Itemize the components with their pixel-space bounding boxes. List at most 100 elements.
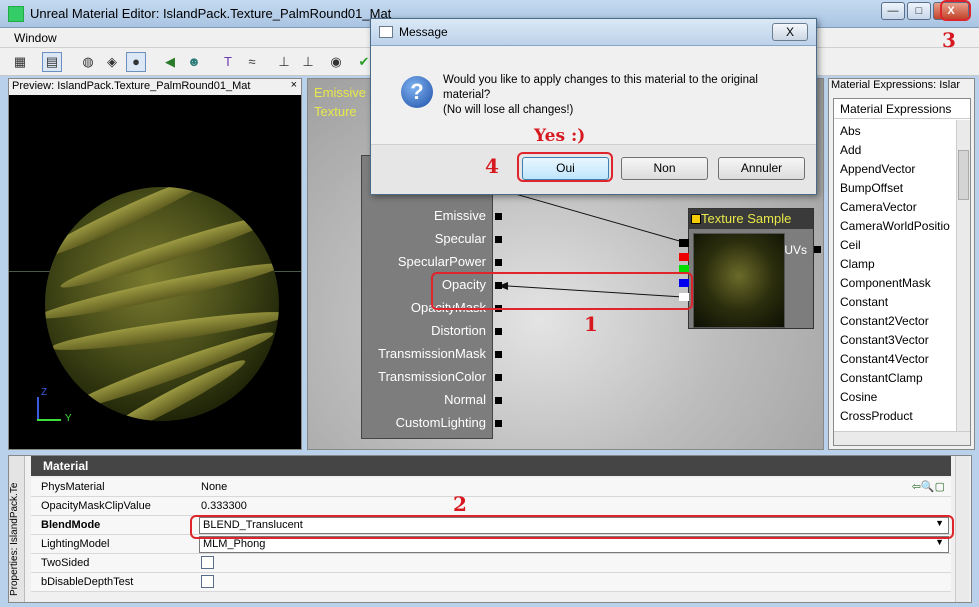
minimize-icon[interactable]: — — [881, 2, 905, 20]
lightingmodel-value: MLM_Phong — [203, 538, 266, 550]
properties-side-label: Properties: IslandPack.Te — [9, 482, 20, 596]
axis-y-label: Y — [65, 413, 72, 424]
annotation-number-4: 4 — [485, 154, 499, 178]
properties-side-tab[interactable]: Properties: IslandPack.Te — [9, 456, 25, 602]
prop-row-opacitymaskclipvalue: OpacityMaskClipValue 0.333300 — [31, 497, 951, 516]
preview-title-text: Preview: IslandPack.Texture_PalmRound01_… — [12, 80, 251, 92]
dialog-title: Message — [399, 25, 448, 39]
back-arrow-icon[interactable]: ◀ — [160, 52, 180, 72]
dialog-window-icon — [379, 26, 393, 38]
alien-head-icon[interactable]: ☻ — [184, 52, 204, 72]
input-distortion: Distortion — [431, 323, 486, 338]
axis-y-line — [37, 419, 61, 421]
non-button[interactable]: Non — [621, 157, 708, 180]
uvs-label: UVs — [784, 243, 807, 257]
list-item[interactable]: ComponentMask — [840, 276, 931, 290]
preview-sphere[interactable] — [45, 187, 279, 421]
expressions-list[interactable]: Material Expressions Abs Add AppendVecto… — [833, 98, 971, 446]
pin-icon[interactable]: T — [218, 52, 238, 72]
list-item[interactable]: Abs — [840, 124, 861, 138]
list-item[interactable]: Constant — [840, 295, 888, 309]
dialog-message-line1: Would you like to apply changes to this … — [443, 74, 758, 86]
pin-specularpower[interactable] — [495, 259, 502, 266]
pin-specular[interactable] — [495, 236, 502, 243]
expressions-panel-title: Material Expressions: Islar — [831, 79, 960, 91]
cube-icon[interactable]: ◈ — [102, 52, 122, 72]
axis-z-line — [37, 397, 39, 419]
pin-transmissionmask[interactable] — [495, 351, 502, 358]
annotation-box-opacity — [431, 272, 693, 310]
list-item[interactable]: CrossProduct — [840, 409, 913, 423]
list-item[interactable]: Ceil — [840, 238, 861, 252]
list-item[interactable]: Constant3Vector — [840, 333, 929, 347]
dialog-close-icon[interactable]: X — [772, 23, 808, 41]
wave-icon[interactable]: ≈ — [242, 52, 262, 72]
prop-name: bDisableDepthTest — [41, 576, 134, 588]
dialog-message-line2: material? — [443, 89, 491, 101]
preview-title: Preview: IslandPack.Texture_PalmRound01_… — [9, 79, 301, 95]
list-item[interactable]: Add — [840, 143, 861, 157]
prop-value[interactable]: 0.333300 — [201, 500, 247, 512]
list-item[interactable]: AppendVector — [840, 162, 915, 176]
pin-red[interactable] — [679, 253, 689, 261]
material-expressions-panel: Material Expressions: Islar Material Exp… — [828, 78, 975, 450]
input-specularpower: SpecularPower — [397, 254, 486, 269]
list-item[interactable]: Clamp — [840, 257, 875, 271]
properties-vscroll[interactable] — [955, 456, 969, 602]
prop-name: PhysMaterial — [41, 481, 105, 493]
pin-distortion[interactable] — [495, 328, 502, 335]
annotation-number-2: 2 — [453, 492, 467, 516]
prop-value[interactable]: None — [201, 481, 227, 493]
list-item[interactable]: ConstantClamp — [840, 371, 923, 385]
dialog-title-bar: Message X — [371, 19, 816, 46]
expressions-list-header: Material Expressions — [834, 99, 970, 119]
twosided-checkbox[interactable] — [201, 556, 214, 569]
grid-icon[interactable]: ▤ — [42, 52, 62, 72]
annotation-number-3: 3 — [942, 28, 956, 52]
eye-icon[interactable]: ◉ — [326, 52, 346, 72]
sphere-icon[interactable]: ● — [126, 52, 146, 72]
pin-transmissioncolor[interactable] — [495, 374, 502, 381]
prop-name: LightingModel — [41, 538, 110, 550]
annotation-box-blendmode — [190, 515, 954, 539]
pin-normal[interactable] — [495, 397, 502, 404]
node2-icon[interactable]: ⊥ — [298, 52, 318, 72]
cylinder-icon[interactable]: ◍ — [78, 52, 98, 72]
pin-rgb[interactable] — [679, 239, 689, 247]
prop-action-icons[interactable]: ⇦🔍▢ — [912, 480, 945, 493]
preview-close-icon[interactable]: × — [291, 79, 297, 91]
prop-row-bdisabledepthtest: bDisableDepthTest — [31, 573, 951, 592]
list-item[interactable]: BumpOffset — [840, 181, 903, 195]
annotation-box-close — [940, 0, 971, 21]
window-title: Unreal Material Editor: IslandPack.Textu… — [30, 6, 392, 21]
list-item[interactable]: CameraVector — [840, 200, 917, 214]
expressions-hscroll[interactable] — [834, 431, 970, 445]
node-icon[interactable]: ⊥ — [274, 52, 294, 72]
input-transmissioncolor: TransmissionColor — [378, 369, 486, 384]
maximize-icon[interactable]: □ — [907, 2, 931, 20]
pin-emissive[interactable] — [495, 213, 502, 220]
pin-customlighting[interactable] — [495, 420, 502, 427]
list-item[interactable]: CameraWorldPositio — [840, 219, 950, 233]
properties-category[interactable]: Material — [31, 456, 951, 476]
axis-z-label: Z — [41, 387, 48, 398]
texture-sample-node[interactable]: Texture Sample UVs — [679, 208, 821, 329]
expressions-vscroll[interactable] — [956, 120, 970, 432]
annuler-button[interactable]: Annuler — [718, 157, 805, 180]
menu-window[interactable]: Window — [14, 31, 57, 45]
list-item[interactable]: Constant4Vector — [840, 352, 929, 366]
input-transmissionmask: TransmissionMask — [378, 346, 486, 361]
prop-name: BlendMode — [41, 519, 101, 531]
input-customlighting: CustomLighting — [395, 415, 486, 430]
bdisabledepthtest-checkbox[interactable] — [201, 575, 214, 588]
input-normal: Normal — [444, 392, 486, 407]
list-item[interactable]: Cosine — [840, 390, 877, 404]
input-specular: Specular — [434, 231, 486, 246]
list-item[interactable]: Constant2Vector — [840, 314, 929, 328]
prop-name: TwoSided — [41, 557, 90, 569]
home-icon[interactable]: ▦ — [10, 52, 30, 72]
vscroll-thumb[interactable] — [958, 150, 969, 200]
question-icon: ? — [401, 76, 433, 108]
pin-uvs[interactable] — [814, 246, 821, 253]
texture-sample-title: Texture Sample — [689, 209, 813, 229]
